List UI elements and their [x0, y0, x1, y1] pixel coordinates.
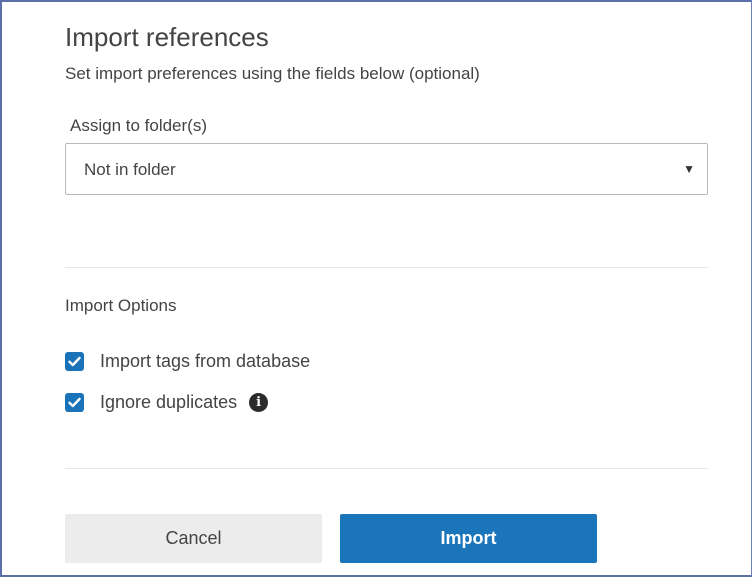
section-divider-top: [65, 267, 708, 268]
info-circle-icon[interactable]: i: [249, 392, 269, 412]
dialog-subtitle: Set import preferences using the fields …: [65, 64, 480, 83]
cancel-button[interactable]: Cancel: [65, 514, 322, 563]
import-references-dialog: Import references Set import preferences…: [0, 0, 752, 577]
checkmark-icon: [68, 397, 81, 407]
folder-select[interactable]: Not in folder ▼: [65, 143, 708, 195]
import-button[interactable]: Import: [340, 514, 597, 563]
checkmark-icon: [68, 356, 81, 366]
section-divider-bottom: [65, 468, 708, 469]
ignore-duplicates-checkbox[interactable]: [65, 392, 84, 412]
dialog-title: Import references: [65, 22, 269, 52]
chevron-down-icon: ▼: [683, 162, 695, 176]
folder-select-value: Not in folder: [84, 160, 176, 179]
import-options-heading: Import Options: [65, 296, 177, 315]
import-tags-checkbox[interactable]: [65, 351, 84, 371]
folder-field-label: Assign to folder(s): [70, 116, 207, 135]
ignore-duplicates-option[interactable]: Ignore duplicates i: [65, 391, 269, 413]
ignore-duplicates-label: Ignore duplicates: [100, 391, 238, 412]
import-tags-label: Import tags from database: [100, 350, 311, 371]
import-tags-option[interactable]: Import tags from database: [65, 350, 310, 372]
